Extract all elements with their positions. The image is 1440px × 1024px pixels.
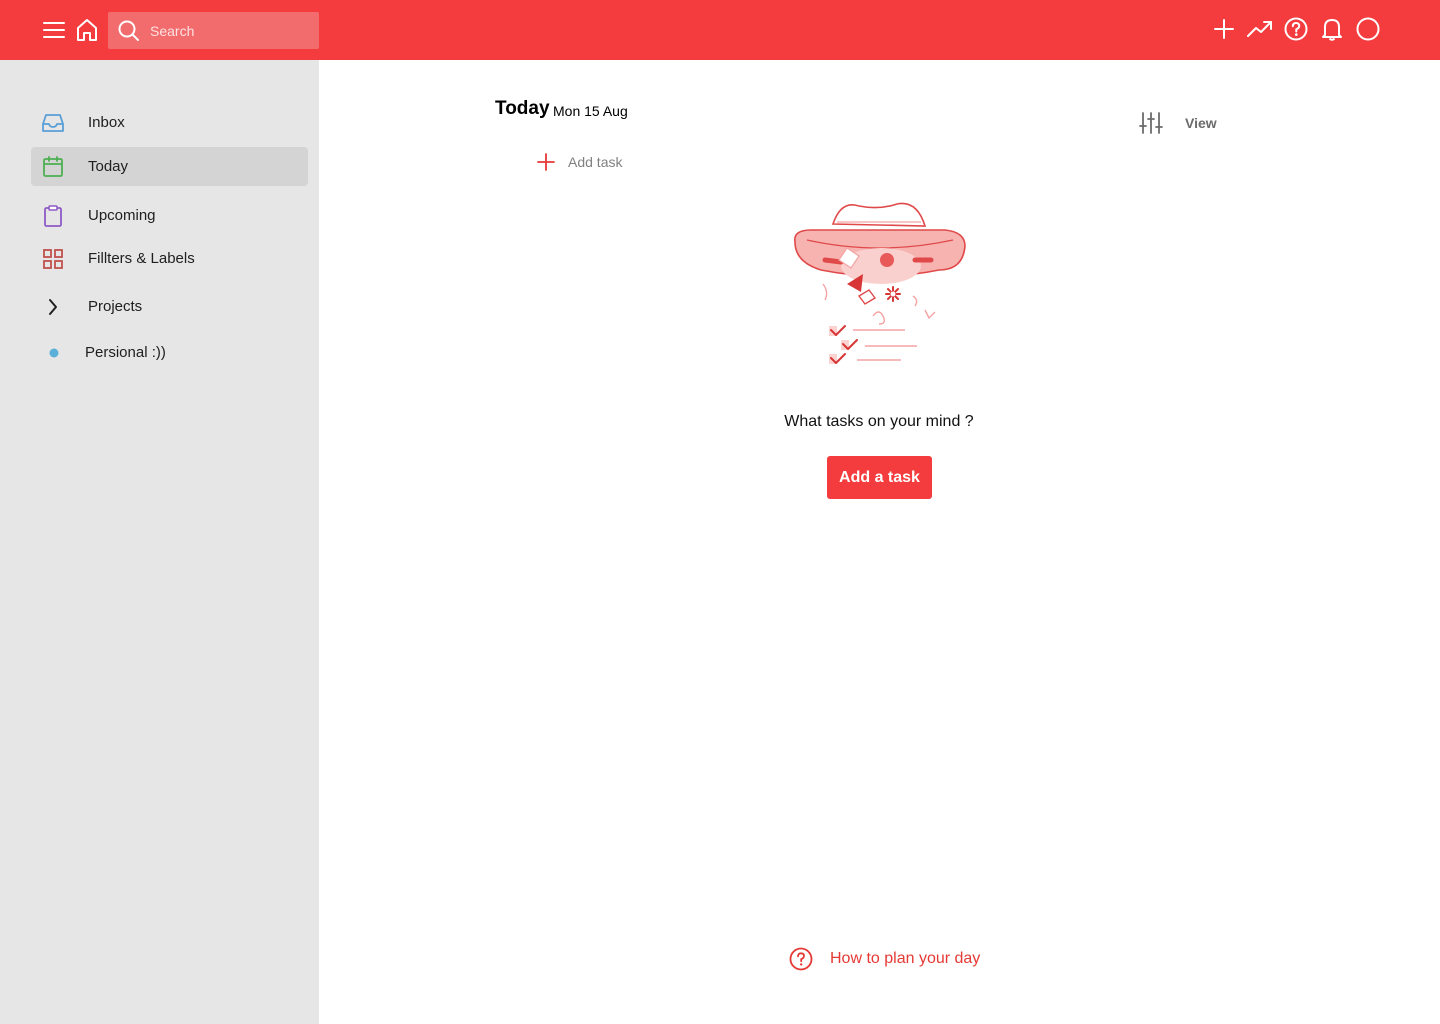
how-to-plan-link[interactable]: How to plan your day [786, 944, 1016, 974]
avatar[interactable] [1356, 17, 1380, 41]
productivity-trend-icon[interactable] [1246, 17, 1274, 41]
help-circle-icon [789, 947, 813, 971]
add-icon[interactable] [1212, 17, 1236, 41]
top-bar [0, 0, 1440, 60]
chevron-right-icon [49, 299, 57, 315]
plus-icon [537, 153, 555, 171]
sidebar-item-label: Inbox [88, 114, 125, 131]
dot-icon [49, 348, 59, 358]
help-icon[interactable] [1284, 17, 1308, 41]
sidebar-item-label: Fillters & Labels [88, 250, 195, 267]
search-icon [118, 20, 139, 41]
sidebar-item-today[interactable]: Today [31, 147, 308, 186]
sliders-icon [1139, 112, 1163, 134]
sidebar-item-label: Upcoming [88, 207, 156, 224]
sidebar-item-project-persional[interactable]: Persional :)) [31, 333, 308, 372]
empty-state-illustration [794, 202, 966, 364]
main-content: Today Mon 15 Aug View Add task What task… [319, 60, 1440, 1024]
view-button[interactable]: View [1137, 110, 1217, 136]
sidebar-item-inbox[interactable]: Inbox [31, 103, 308, 142]
sidebar-item-label: Projects [88, 298, 143, 315]
add-a-task-button[interactable]: Add a task [827, 456, 932, 499]
search-box[interactable] [108, 12, 319, 49]
menu-icon[interactable] [42, 19, 66, 41]
sidebar-item-projects[interactable]: Projects [31, 287, 308, 326]
view-label: View [1185, 115, 1217, 131]
page-title: Today [495, 98, 550, 119]
add-task-label: Add task [568, 154, 623, 170]
inbox-icon [42, 114, 64, 132]
calendar-icon [43, 156, 63, 177]
sidebar: Inbox Today Upcoming Fillters & Labels P… [0, 60, 319, 1024]
home-icon[interactable] [75, 17, 99, 43]
search-input[interactable] [150, 12, 315, 49]
sidebar-item-label: Persional :)) [85, 344, 166, 361]
sidebar-item-label: Today [88, 158, 129, 175]
sidebar-item-filters-labels[interactable]: Fillters & Labels [31, 239, 308, 278]
page-date: Mon 15 Aug [553, 103, 628, 119]
empty-state-message: What tasks on your mind ? [784, 413, 974, 430]
clipboard-icon [44, 205, 62, 227]
add-task-button[interactable]: Add task [533, 149, 653, 175]
grid-icon [43, 249, 63, 269]
bell-icon[interactable] [1320, 16, 1344, 42]
help-link-label: How to plan your day [830, 950, 981, 967]
sidebar-item-upcoming[interactable]: Upcoming [31, 196, 308, 235]
